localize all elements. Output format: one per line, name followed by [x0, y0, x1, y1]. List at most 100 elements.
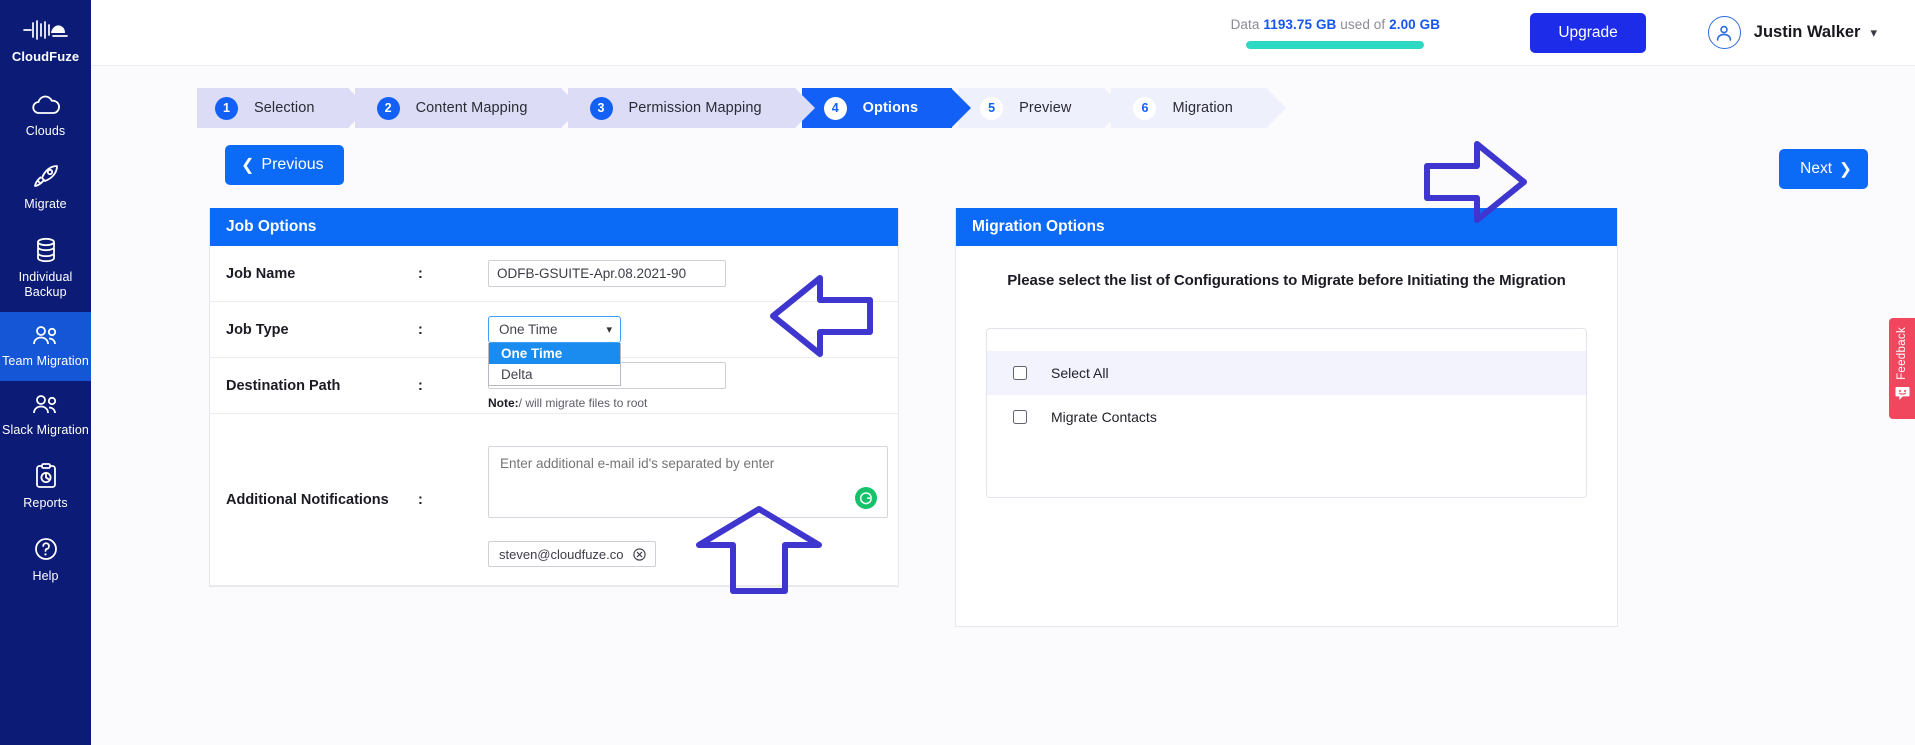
sidebar-item-label: Help — [32, 569, 59, 583]
sidebar-item-slack-migration[interactable]: Slack Migration — [0, 381, 91, 450]
wizard-stepper-wrap: 1 Selection 2 Content Mapping 3 Permissi… — [91, 66, 1915, 136]
step-label: Selection — [254, 100, 315, 116]
step-label: Preview — [1019, 100, 1072, 116]
job-type-option-one-time[interactable]: One Time — [489, 343, 620, 364]
step-selection[interactable]: 1 Selection — [197, 88, 368, 128]
migration-options-title: Migration Options — [956, 208, 1617, 246]
step-content-mapping[interactable]: 2 Content Mapping — [354, 88, 581, 128]
sidebar-brand-label: CloudFuze — [11, 49, 80, 64]
job-type-label: Job Type — [226, 321, 289, 338]
chevron-left-icon: ❮ — [241, 157, 255, 174]
job-name-field-wrap — [488, 260, 898, 287]
upgrade-button[interactable]: Upgrade — [1530, 12, 1646, 53]
rocket-icon — [31, 164, 61, 190]
step-options[interactable]: 4 Options — [801, 88, 972, 128]
destination-path-note: Note:/ will migrate files to root — [488, 396, 898, 410]
sidebar: CloudFuze Clouds Migrate Individual Back… — [0, 0, 91, 745]
step-label: Options — [862, 100, 919, 116]
select-all-label: Select All — [1051, 365, 1109, 381]
team-icon — [31, 394, 61, 416]
sidebar-item-clouds[interactable]: Clouds — [0, 82, 91, 151]
step-migration[interactable]: 6 Migration — [1111, 88, 1286, 128]
wizard-stepper: 1 Selection 2 Content Mapping 3 Permissi… — [197, 88, 1915, 128]
sidebar-item-migrate[interactable]: Migrate — [0, 151, 91, 224]
wizard-nav-row: ❮ Previous Next ❯ — [91, 136, 1915, 208]
data-usage-progress-fill — [1246, 40, 1425, 49]
step-label: Migration — [1172, 100, 1233, 116]
clipboard-chart-icon — [34, 463, 58, 489]
data-usage-used: 1193.75 GB — [1263, 16, 1337, 32]
team-icon — [31, 325, 61, 347]
step-label: Content Mapping — [415, 100, 528, 116]
data-usage-total: 2.00 GB — [1389, 16, 1441, 32]
step-number: 1 — [215, 96, 238, 120]
additional-emails-textarea[interactable] — [488, 446, 888, 518]
destination-path-note-text: / will migrate files to root — [518, 395, 648, 410]
cloudfuze-logo-icon — [22, 18, 69, 42]
sidebar-item-label: Clouds — [25, 124, 66, 138]
close-circle-icon[interactable] — [632, 547, 646, 561]
chevron-right-icon: ❯ — [1839, 160, 1852, 178]
step-number: 3 — [589, 96, 613, 120]
migration-options-body: Please select the list of Configurations… — [956, 246, 1617, 626]
feedback-tab[interactable]: Feedback — [1889, 318, 1915, 419]
checkbox-row-select-all[interactable]: Select All — [987, 351, 1586, 395]
destination-path-note-bold: Note: — [488, 395, 519, 410]
step-number: 4 — [823, 96, 847, 120]
sidebar-item-individual-backup[interactable]: Individual Backup — [0, 224, 91, 312]
checkbox-row-migrate-contacts[interactable]: Migrate Contacts — [987, 395, 1586, 439]
additional-notifications-label: Additional Notifications — [226, 492, 389, 508]
sidebar-item-label: Individual Backup — [18, 270, 73, 299]
job-type-select-wrap: One Time ▾ One Time Delta — [488, 316, 621, 386]
job-options-title: Job Options — [210, 208, 898, 246]
question-circle-icon — [33, 536, 59, 562]
step-preview[interactable]: 5 Preview — [958, 88, 1125, 128]
job-type-options-list: One Time Delta — [488, 343, 621, 386]
top-header: Data 1193.75 GB used of 2.00 GB Upgrade — [91, 0, 1915, 66]
next-button-label: Next — [1800, 160, 1832, 177]
destination-path-label: Destination Path — [226, 377, 341, 394]
job-type-option-delta[interactable]: Delta — [489, 364, 620, 385]
user-menu[interactable]: Justin Walker ▾ — [1707, 16, 1877, 49]
step-permission-mapping[interactable]: 3 Permission Mapping — [567, 88, 815, 128]
email-textarea-wrap — [488, 446, 888, 518]
email-chip: steven@cloudfuze.co — [488, 541, 656, 567]
sidebar-item-help[interactable]: Help — [0, 523, 91, 596]
job-name-label: Job Name — [226, 265, 296, 282]
feedback-label: Feedback — [1896, 327, 1908, 380]
email-chip-label: steven@cloudfuze.co — [499, 546, 624, 562]
previous-button-label: Previous — [261, 156, 324, 173]
migrate-contacts-checkbox[interactable] — [1013, 410, 1027, 424]
previous-button[interactable]: ❮ Previous — [225, 145, 344, 185]
job-type-select[interactable]: One Time ▾ — [488, 316, 621, 343]
additional-notifications-colon: : — [418, 492, 423, 508]
next-button[interactable]: Next ❯ — [1779, 149, 1868, 189]
sidebar-item-reports[interactable]: Reports — [0, 450, 91, 523]
job-name-row: Job Name : — [210, 246, 898, 302]
chevron-down-icon: ▾ — [606, 324, 612, 336]
data-usage-text: Data 1193.75 GB used of 2.00 GB — [1210, 17, 1460, 32]
job-name-input[interactable] — [488, 260, 726, 287]
data-usage-progress-track — [1246, 40, 1425, 49]
migrate-contacts-label: Migrate Contacts — [1051, 409, 1157, 425]
app-root: CloudFuze Clouds Migrate Individual Back… — [0, 0, 1915, 745]
job-name-colon: : — [418, 265, 423, 282]
job-type-selected-value: One Time — [499, 322, 558, 337]
additional-notifications-field-wrap: steven@cloudfuze.co — [488, 414, 898, 567]
job-type-field-wrap: One Time ▾ One Time Delta — [488, 316, 898, 386]
select-all-checkbox[interactable] — [1013, 366, 1027, 380]
step-number: 5 — [980, 96, 1004, 120]
smiley-chat-icon — [1895, 386, 1910, 406]
job-type-colon: : — [418, 321, 423, 338]
data-usage-prefix: Data — [1230, 16, 1260, 32]
data-usage-widget: Data 1193.75 GB used of 2.00 GB — [1210, 17, 1460, 49]
chevron-down-icon[interactable]: ▾ — [1870, 25, 1877, 41]
grammarly-icon[interactable] — [855, 487, 877, 509]
main-area: Data 1193.75 GB used of 2.00 GB Upgrade — [91, 0, 1915, 745]
cloud-icon — [31, 95, 61, 117]
additional-notifications-row: Additional Notifications : Enter additio… — [210, 414, 898, 586]
sidebar-item-label: Migrate — [24, 197, 67, 211]
sidebar-item-team-migration[interactable]: Team Migration — [0, 312, 91, 381]
sidebar-brand[interactable]: CloudFuze — [0, 8, 91, 82]
user-name: Justin Walker — [1753, 23, 1861, 41]
